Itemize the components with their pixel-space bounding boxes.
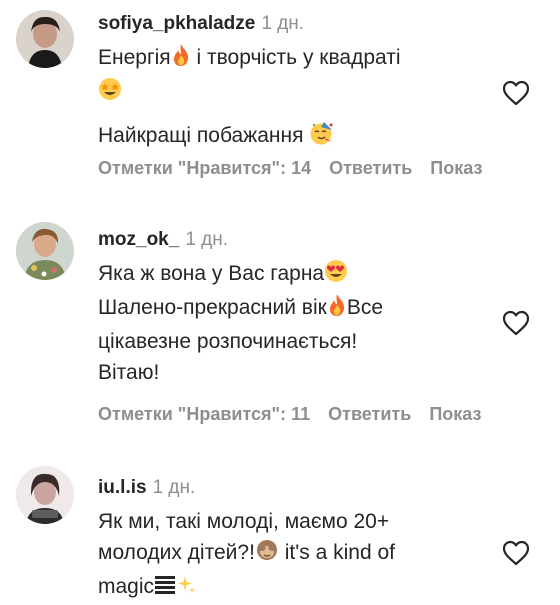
comment-text-line: it's a kind of — [284, 541, 395, 564]
like-heart-icon[interactable] — [502, 310, 530, 336]
lines-emoji-icon — [154, 574, 176, 605]
comment-header: sofiya_pkhaladze 1 дн. — [98, 12, 560, 36]
likes-count-link[interactable]: Отметки "Нравится": 14 — [98, 158, 311, 178]
like-heart-icon[interactable] — [502, 540, 530, 566]
avatar[interactable] — [16, 10, 74, 68]
see-no-evil-monkey-emoji-icon — [255, 538, 279, 571]
comment-text-line: Яка ж вона у Вас гарна — [98, 262, 325, 285]
comment-text-line: молодих дітей?! — [98, 541, 255, 564]
timestamp[interactable]: 1 дн. — [153, 477, 196, 498]
heart-eyes-emoji-icon — [324, 259, 348, 292]
fire-emoji-icon — [171, 43, 191, 76]
fire-emoji-icon — [327, 293, 347, 326]
comment-text: Як ми, такі молоді, маємо 20+ молодих ді… — [98, 506, 488, 605]
comment-text-line: Як ми, такі молоді, маємо 20+ — [98, 510, 390, 533]
sparkles-emoji-icon — [176, 574, 196, 605]
comment-text: Яка ж вона у Вас гарна Шалено-прекрасний… — [98, 258, 488, 388]
comment-text-line: magic — [98, 575, 155, 598]
reply-button[interactable]: Ответить — [329, 158, 412, 178]
comment-text-line: Вітаю! — [98, 361, 160, 384]
comment-text-line: Шалено-прекрасний вік — [98, 296, 327, 319]
timestamp[interactable]: 1 дн. — [261, 13, 304, 34]
comment-text-line: цікавезне розпочинається! — [98, 330, 358, 353]
avatar[interactable] — [16, 466, 74, 524]
timestamp[interactable]: 1 дн. — [185, 229, 228, 250]
username[interactable]: iu.l.is — [98, 477, 147, 498]
comment-actions: Отметки "Нравится": 14 Ответить Показ — [98, 158, 500, 179]
comment-actions: Отметки "Нравится": 11 Ответить Показ — [98, 404, 499, 425]
reply-button[interactable]: Ответить — [328, 404, 411, 424]
comment-header: moz_ok_ 1 дн. — [98, 228, 560, 252]
comment-text-line: і творчість у квадраті — [196, 46, 401, 69]
username[interactable]: sofiya_pkhaladze — [98, 13, 255, 34]
comment-text: Енергія і творчість у квадраті Найкращі … — [98, 42, 488, 154]
show-translation-link[interactable]: Показ — [430, 158, 482, 178]
comment-text-line: Енергія — [98, 46, 171, 69]
username[interactable]: moz_ok_ — [98, 229, 179, 250]
star-struck-emoji-icon — [98, 77, 122, 110]
comment-header: iu.l.is 1 дн. — [98, 476, 560, 500]
like-heart-icon[interactable] — [502, 80, 530, 106]
comment-text-line: Все — [346, 296, 383, 319]
likes-count-link[interactable]: Отметки "Нравится": 11 — [98, 404, 310, 424]
comment-text-line: Найкращі побажання — [98, 124, 304, 147]
partying-face-emoji-icon — [309, 121, 335, 154]
avatar[interactable] — [16, 222, 74, 280]
show-translation-link[interactable]: Показ — [429, 404, 481, 424]
